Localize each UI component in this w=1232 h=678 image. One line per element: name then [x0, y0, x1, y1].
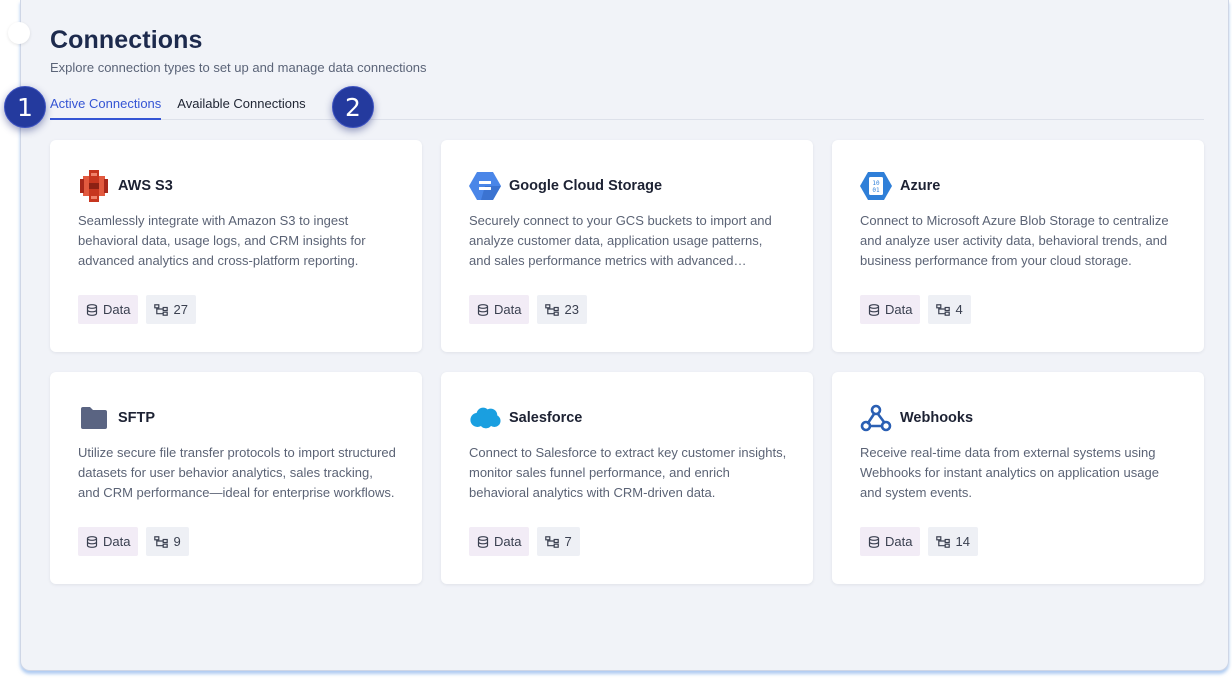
google-cloud-storage-icon	[469, 170, 501, 202]
card-description: Connect to Salesforce to extract key cus…	[469, 445, 787, 500]
card-description: Connect to Microsoft Azure Blob Storage …	[860, 213, 1169, 268]
tab-active-connections[interactable]: Active Connections	[50, 94, 162, 120]
card-description: Utilize secure file transfer protocols t…	[78, 445, 396, 500]
card-title: Webhooks	[900, 410, 974, 426]
connection-count-chip: 14	[928, 527, 978, 556]
tree-structure-icon	[154, 303, 169, 316]
data-chip: Data	[860, 295, 921, 324]
card-title: Azure	[900, 178, 941, 194]
connection-card-webhooks[interactable]: Webhooks Receive real-time data from ext…	[832, 372, 1204, 584]
database-icon	[868, 535, 880, 548]
data-chip: Data	[860, 527, 921, 556]
connection-card-aws-s3[interactable]: AWS S3 Seamlessly integrate with Amazon …	[50, 140, 422, 352]
data-chip: Data	[469, 295, 530, 324]
panel-edge-handle[interactable]	[8, 22, 30, 44]
tree-structure-icon	[936, 535, 951, 548]
tree-structure-icon	[154, 535, 169, 548]
card-description: Receive real-time data from external sys…	[860, 445, 1159, 500]
connection-count-chip: 23	[537, 295, 587, 324]
aws-s3-icon	[78, 170, 110, 202]
card-title: SFTP	[118, 410, 156, 426]
svg-text:01: 01	[872, 187, 880, 194]
card-title: Salesforce	[509, 410, 583, 426]
connection-tabs: Active Connections Available Connections	[50, 94, 1204, 120]
card-description: Seamlessly integrate with Amazon S3 to i…	[78, 213, 366, 268]
step-badge-2: 2	[332, 86, 374, 128]
data-chip: Data	[78, 295, 139, 324]
connection-count-chip: 7	[537, 527, 580, 556]
connection-count-chip: 4	[928, 295, 971, 324]
data-chip: Data	[469, 527, 530, 556]
connection-count-chip: 27	[146, 295, 196, 324]
connection-card-sftp[interactable]: SFTP Utilize secure file transfer protoc…	[50, 372, 422, 584]
folder-icon	[78, 402, 110, 434]
connection-card-salesforce[interactable]: Salesforce Connect to Salesforce to extr…	[441, 372, 813, 584]
azure-blob-icon: 10 01	[860, 170, 892, 202]
card-description: Securely connect to your GCS buckets to …	[469, 213, 772, 268]
connection-card-google-cloud-storage[interactable]: Google Cloud Storage Securely connect to…	[441, 140, 813, 352]
page-title: Connections	[50, 26, 203, 54]
salesforce-cloud-icon	[469, 402, 501, 434]
database-icon	[477, 303, 489, 316]
connection-card-azure[interactable]: 10 01 Azure Connect to Microsoft Azure B…	[832, 140, 1204, 352]
step-badge-1: 1	[4, 86, 46, 128]
connection-count-chip: 9	[146, 527, 189, 556]
data-chip: Data	[78, 527, 139, 556]
database-icon	[477, 535, 489, 548]
tree-structure-icon	[545, 535, 560, 548]
tree-structure-icon	[545, 303, 560, 316]
card-title: Google Cloud Storage	[509, 178, 663, 194]
database-icon	[868, 303, 880, 316]
database-icon	[86, 535, 98, 548]
tab-available-connections[interactable]: Available Connections	[177, 94, 305, 120]
database-icon	[86, 303, 98, 316]
card-title: AWS S3	[118, 178, 173, 194]
svg-text:10: 10	[872, 180, 880, 187]
webhooks-icon	[860, 402, 892, 434]
tree-structure-icon	[936, 303, 951, 316]
page-subtitle: Explore connection types to set up and m…	[50, 60, 427, 75]
